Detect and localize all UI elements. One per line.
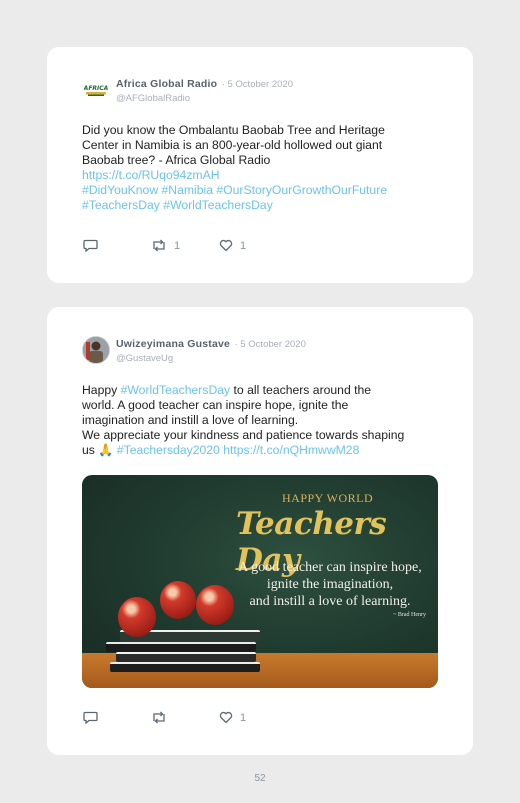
apple [118, 597, 156, 637]
quote-author: ~ Brad Henry [393, 612, 426, 618]
tweet-url-link[interactable]: https://t.co/nQHmwwM28 [223, 443, 359, 457]
tweet-actions: 1 1 [83, 239, 246, 252]
book [110, 662, 260, 672]
like-button[interactable]: 1 [219, 711, 246, 724]
image-heading-small: Happy World [282, 491, 374, 505]
retweet-button[interactable] [151, 711, 219, 724]
avatar[interactable]: AFRICA [82, 76, 110, 104]
hashtag-link[interactable]: #Teachersday2020 [117, 443, 220, 457]
heart-icon [219, 239, 233, 252]
tweet-date[interactable]: 5 October 2020 [240, 339, 306, 350]
heart-icon [219, 711, 233, 724]
author-handle[interactable]: @AFGlobalRadio [116, 92, 293, 106]
reply-icon [83, 711, 98, 724]
tweet-card: Uwizeyimana Gustave · 5 October 2020 @Gu… [47, 307, 473, 755]
author-name[interactable]: Uwizeyimana Gustave [116, 338, 230, 350]
text-fragment: Happy [82, 383, 121, 397]
hashtag-links[interactable]: #TeachersDay #WorldTeachersDay [82, 198, 442, 213]
like-count: 1 [240, 239, 247, 252]
tweet-text-line: Did you know the Ombalantu Baobab Tree a… [82, 123, 385, 137]
tweet-actions: 1 [83, 711, 246, 724]
retweet-icon [153, 239, 165, 252]
avatar[interactable] [82, 336, 110, 364]
author-handle[interactable]: @GustaveUg [116, 352, 306, 366]
retweet-count: 1 [174, 239, 181, 252]
tweet-text-line: world. A good teacher can inspire hope, … [82, 398, 349, 412]
reply-button[interactable] [83, 711, 151, 724]
image-quote: A good teacher can inspire hope, ignite … [230, 559, 430, 610]
retweet-icon [153, 711, 165, 724]
tweet-text-line: imagination and instill a love of learni… [82, 413, 299, 427]
reply-button[interactable] [83, 239, 151, 252]
apple [160, 581, 196, 619]
tweet-header: AFRICA Africa Global Radio · 5 October 2… [82, 76, 293, 106]
tweet-text: Did you know the Ombalantu Baobab Tree a… [82, 123, 442, 213]
retweet-button[interactable]: 1 [151, 239, 219, 252]
book [116, 652, 256, 662]
book [106, 642, 256, 652]
text-fragment: us 🙏 [82, 443, 117, 457]
tweet-text-line: We appreciate your kindness and patience… [82, 428, 405, 442]
quote-line: A good teacher can inspire hope, [238, 560, 422, 575]
text-fragment: to all teachers around the [230, 383, 372, 397]
hashtag-links[interactable]: #DidYouKnow #Namibia #OurStoryOurGrowthO… [82, 183, 442, 198]
author-name[interactable]: Africa Global Radio [116, 78, 217, 90]
africa-global-radio-logo: AFRICA [83, 83, 109, 97]
tweet-card: AFRICA Africa Global Radio · 5 October 2… [47, 47, 473, 283]
like-button[interactable]: 1 [219, 239, 246, 252]
tweet-text-line: Baobab tree? - Africa Global Radio [82, 153, 271, 167]
apple [196, 585, 234, 625]
tweet-url-link[interactable]: https://t.co/RUqo94zmAH [82, 168, 442, 183]
logo-icon: AFRICA [83, 83, 109, 97]
tweet-text-line: us 🙏 #Teachersday2020 https://t.co/nQHmw… [82, 443, 442, 458]
tweet-date[interactable]: 5 October 2020 [228, 79, 294, 90]
profile-photo [83, 337, 109, 363]
quote-line: ignite the imagination, [266, 577, 394, 592]
tweet-text-line: Center in Namibia is an 800-year-old hol… [82, 138, 383, 152]
reply-icon [83, 239, 98, 252]
tweet-text: Happy #WorldTeachersDay to all teachers … [82, 383, 442, 458]
page-number: 52 [254, 773, 266, 784]
svg-text:AFRICA: AFRICA [84, 85, 108, 92]
like-count: 1 [240, 711, 247, 724]
tweet-image[interactable]: Happy World Teachers Day A good teacher … [82, 475, 438, 688]
hashtag-link[interactable]: #WorldTeachersDay [121, 383, 231, 397]
tweet-header: Uwizeyimana Gustave · 5 October 2020 @Gu… [82, 336, 306, 366]
tweet-text-line: Happy #WorldTeachersDay to all teachers … [82, 383, 442, 398]
